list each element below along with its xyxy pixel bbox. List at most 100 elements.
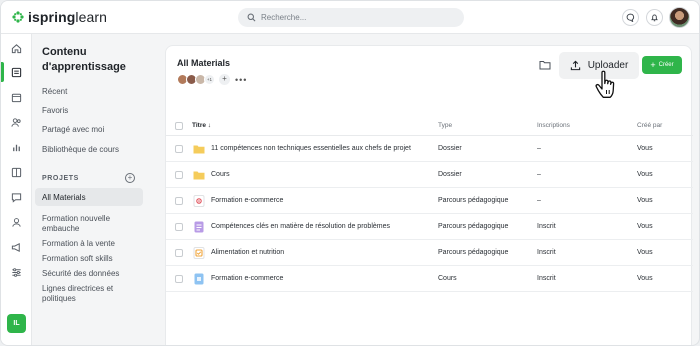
notifications-button[interactable] [646,9,663,26]
row-type: Parcours pédagogique [438,197,509,204]
table-row[interactable]: Formation e-commerce Cours Inscrit Vous [166,266,693,292]
column-created-by[interactable]: Créé par [637,122,662,129]
project-new-hire[interactable]: Formation nouvelle embauche [42,214,142,234]
calendar-icon[interactable] [10,91,23,104]
row-created-by: Vous [637,145,653,152]
column-title[interactable]: Titre ↓ [192,122,211,129]
content-nav-panel: Contenu d'apprentissage Récent Favoris P… [32,34,150,345]
learning-path-icon [193,195,205,207]
meetings-icon[interactable] [10,216,23,229]
row-checkbox[interactable] [175,275,183,283]
sort-arrow-icon: ↓ [207,122,212,129]
column-enrollments[interactable]: Inscriptions [537,122,570,129]
materials-card: All Materials +1 + ••• Uploader + Créer … [165,45,693,345]
row-created-by: Vous [637,197,653,204]
learning-path-icon [194,221,204,233]
collaborators[interactable]: +1 + ••• [177,74,247,85]
row-type: Parcours pédagogique [438,223,509,230]
row-title: Alimentation et nutrition [211,249,285,256]
search-placeholder: Recherche... [261,13,307,22]
table-row[interactable]: Compétences clés en matière de résolutio… [166,214,693,240]
nav-item-shared[interactable]: Partagé avec moi [42,125,104,134]
ispring-logo-icon [12,11,24,23]
reports-icon[interactable] [10,141,23,154]
chat-button[interactable] [622,9,639,26]
settings-icon[interactable] [10,266,23,279]
row-created-by: Vous [637,275,653,282]
course-icon [194,273,204,285]
project-all-materials[interactable]: All Materials [42,193,142,203]
search-input[interactable]: Recherche... [238,8,464,27]
row-enrollments: Inscrit [537,223,556,230]
row-created-by: Vous [637,171,653,178]
bell-icon [651,14,658,22]
search-icon [247,13,256,22]
folder-icon [193,145,205,154]
home-icon[interactable] [10,42,23,55]
chat-icon [626,13,635,22]
learning-path-icon [193,247,205,259]
logo[interactable]: ispringlearn [12,9,107,25]
project-sales[interactable]: Formation à la vente [42,239,142,249]
row-type: Parcours pédagogique [438,249,509,256]
create-button[interactable]: + Créer [642,56,682,74]
folder-icon [193,171,205,180]
new-folder-icon[interactable] [539,60,551,70]
select-all-checkbox[interactable] [175,122,183,130]
table-row[interactable]: Formation e-commerce Parcours pédagogiqu… [166,188,693,214]
row-type: Cours [438,275,457,282]
project-guidelines[interactable]: Lignes directrices et politiques [42,284,142,304]
row-enrollments: – [537,171,541,178]
nav-item-course-library[interactable]: Bibliothèque de cours [42,145,119,154]
project-soft-skills[interactable]: Formation soft skills [42,254,142,264]
app-window: ispringlearn Recherche... IL Contenu d'a… [0,0,700,346]
row-checkbox[interactable] [175,171,183,179]
table-row[interactable]: Cours Dossier – Vous [166,162,693,188]
project-data-security[interactable]: Sécurité des données [42,269,142,279]
add-project-button[interactable]: + [125,173,135,183]
row-enrollments: – [537,197,541,204]
megaphone-icon[interactable] [10,241,23,254]
tasks-icon[interactable] [10,166,23,179]
plus-icon: + [650,60,656,70]
row-enrollments: – [537,145,541,152]
nav-title: Contenu d'apprentissage [42,46,126,73]
table-row[interactable]: Alimentation et nutrition Parcours pédag… [166,240,693,266]
column-type[interactable]: Type [438,122,452,129]
table-header: Titre ↓ Type Inscriptions Créé par [166,116,693,136]
nav-item-recent[interactable]: Récent [42,87,67,96]
messages-icon[interactable] [10,191,23,204]
nav-item-favorites[interactable]: Favoris [42,106,68,115]
logo-text: ispringlearn [28,9,108,25]
users-icon[interactable] [10,116,23,129]
row-enrollments: Inscrit [537,249,556,256]
top-bar: ispringlearn Recherche... [1,1,699,34]
row-type: Dossier [438,145,462,152]
create-label: Créer [658,62,674,68]
library-icon[interactable] [10,66,23,79]
table-row[interactable]: 11 compétences non techniques essentiell… [166,136,693,162]
row-title: Formation e-commerce [211,275,284,282]
row-checkbox[interactable] [175,223,183,231]
rail-active-indicator [1,62,4,82]
page-title: All Materials [177,58,231,68]
upload-icon [570,60,580,71]
row-title: Formation e-commerce [211,197,284,204]
collaborators-count: +1 [204,74,215,85]
row-title: 11 compétences non techniques essentiell… [211,145,411,152]
row-created-by: Vous [637,249,653,256]
row-created-by: Vous [637,223,653,230]
hand-pointer-icon [595,70,615,98]
row-title: Compétences clés en matière de résolutio… [211,223,390,230]
account-badge[interactable]: IL [7,314,26,333]
row-checkbox[interactable] [175,249,183,257]
more-options-button[interactable]: ••• [235,75,247,85]
row-enrollments: Inscrit [537,275,556,282]
add-collaborator-button[interactable]: + [219,74,230,85]
projects-section-label: PROJETS [42,175,79,182]
row-checkbox[interactable] [175,197,183,205]
row-checkbox[interactable] [175,145,183,153]
icon-rail: IL [1,34,32,345]
row-title: Cours [211,171,230,178]
user-avatar[interactable] [669,7,690,28]
